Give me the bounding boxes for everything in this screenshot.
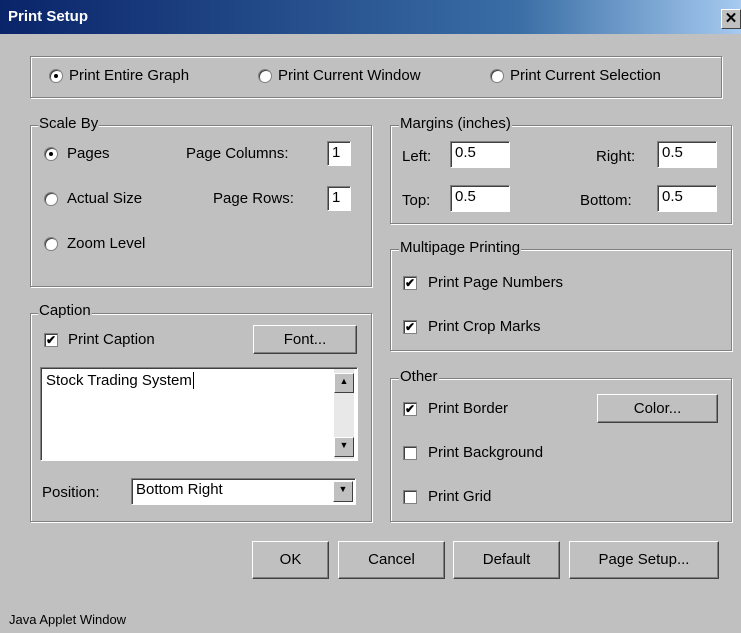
page-rows-label: Page Rows: (213, 190, 294, 207)
close-button[interactable]: ✕ (721, 9, 741, 29)
print-current-window-radio[interactable] (258, 69, 272, 83)
bottom-margin-label: Bottom: (580, 192, 632, 209)
position-value: Bottom Right (136, 481, 223, 498)
right-margin-label: Right: (596, 148, 636, 165)
pages-radio[interactable] (44, 147, 58, 161)
page-columns-label: Page Columns: (186, 145, 289, 162)
other-legend: Other (399, 368, 439, 385)
print-current-selection-radio[interactable] (490, 69, 504, 83)
top-margin-label: Top: (402, 192, 431, 209)
position-select[interactable]: Bottom Right (131, 478, 356, 505)
window-title: Print Setup (8, 8, 89, 25)
top-margin-input[interactable]: 0.5 (450, 185, 510, 212)
print-entire-graph-radio[interactable] (49, 69, 63, 83)
print-border-label: Print Border (428, 400, 509, 417)
print-background-checkbox[interactable] (403, 446, 417, 460)
default-button[interactable]: Default (453, 541, 560, 579)
left-margin-label: Left: (402, 148, 432, 165)
multipage-group (390, 249, 732, 351)
font-button[interactable]: Font... (253, 325, 357, 354)
java-applet-status: Java Applet Window (9, 612, 127, 627)
caption-text: Stock Trading System (46, 372, 192, 389)
print-crop-marks-checkbox[interactable]: ✔ (403, 320, 417, 334)
page-setup-button[interactable]: Page Setup... (569, 541, 719, 579)
margins-legend: Margins (inches) (399, 115, 512, 132)
print-caption-checkbox[interactable]: ✔ (44, 333, 58, 347)
ok-button[interactable]: OK (252, 541, 329, 579)
left-margin-input[interactable]: 0.5 (450, 141, 510, 168)
multipage-legend: Multipage Printing (399, 239, 522, 256)
print-setup-dialog: Print Setup ✕ Print Entire Graph Print C… (0, 0, 741, 633)
cancel-button[interactable]: Cancel (338, 541, 445, 579)
zoom-level-radio[interactable] (44, 237, 58, 251)
actual-size-label: Actual Size (67, 190, 143, 207)
actual-size-radio[interactable] (44, 192, 58, 206)
color-button[interactable]: Color... (597, 394, 718, 423)
print-current-selection-label: Print Current Selection (510, 67, 661, 84)
caption-legend: Caption (38, 302, 92, 319)
zoom-level-label: Zoom Level (67, 235, 146, 252)
print-border-checkbox[interactable]: ✔ (403, 402, 417, 416)
print-crop-marks-label: Print Crop Marks (428, 318, 541, 335)
print-grid-checkbox[interactable] (403, 490, 417, 504)
right-margin-input[interactable]: 0.5 (657, 141, 717, 168)
bottom-margin-input[interactable]: 0.5 (657, 185, 717, 212)
position-label: Position: (42, 484, 100, 501)
scroll-up-icon[interactable]: ▲ (334, 373, 354, 393)
title-bar[interactable]: Print Setup ✕ (0, 0, 741, 34)
print-background-label: Print Background (428, 444, 544, 461)
print-grid-label: Print Grid (428, 488, 492, 505)
page-columns-input[interactable]: 1 (327, 141, 351, 166)
print-caption-label: Print Caption (68, 331, 155, 348)
pages-label: Pages (67, 145, 110, 162)
chevron-down-icon[interactable]: ▼ (333, 481, 353, 502)
print-current-window-label: Print Current Window (278, 67, 421, 84)
scroll-down-icon[interactable]: ▼ (334, 437, 354, 457)
caption-text-area[interactable]: Stock Trading System (40, 367, 358, 461)
page-rows-input[interactable]: 1 (327, 186, 351, 211)
print-page-numbers-checkbox[interactable]: ✔ (403, 276, 417, 290)
scale-by-legend: Scale By (38, 115, 100, 132)
print-page-numbers-label: Print Page Numbers (428, 274, 564, 291)
print-entire-graph-label: Print Entire Graph (69, 67, 190, 84)
